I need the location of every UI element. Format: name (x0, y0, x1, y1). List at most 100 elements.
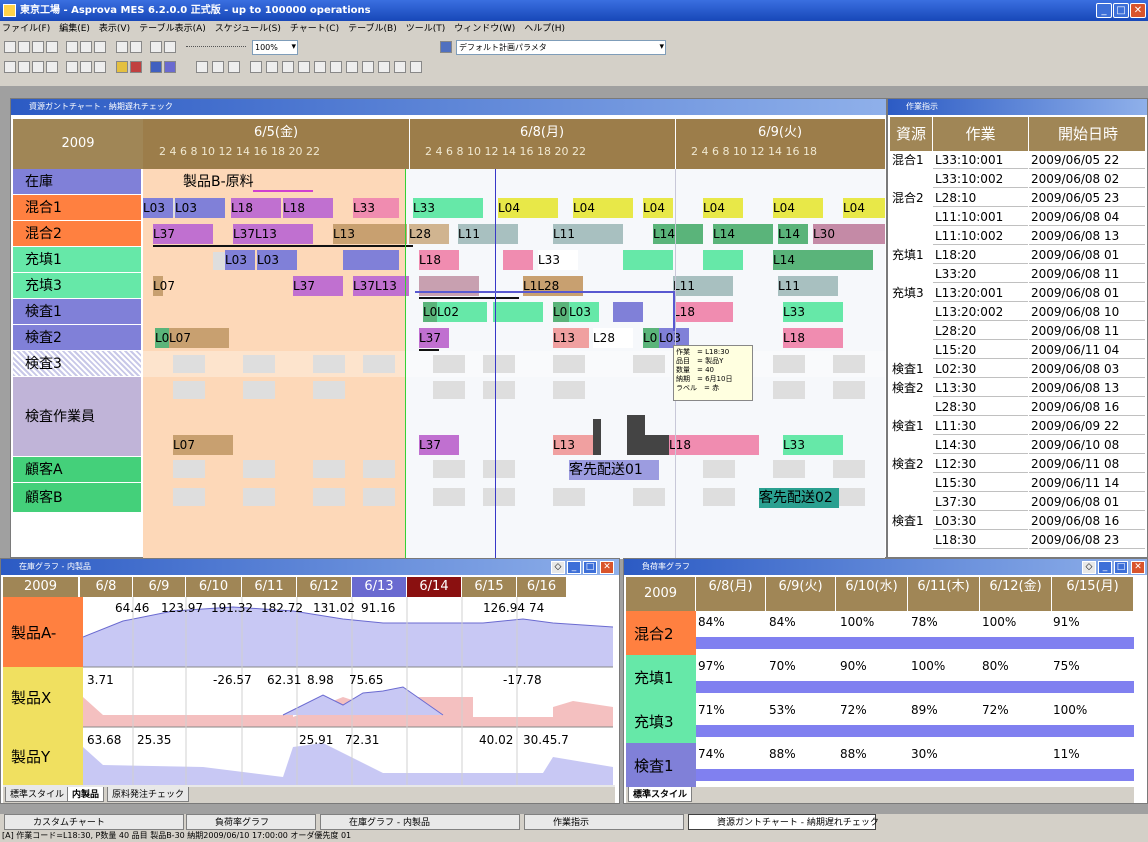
gantt-bar[interactable]: L03 (225, 250, 255, 270)
task-inventory-graph[interactable]: 在庫グラフ - 内製品 (320, 814, 520, 830)
resource-cell[interactable]: 混合1 (890, 151, 932, 169)
task-work-order[interactable]: 作業指示 (524, 814, 684, 830)
maximize-button[interactable]: □ (1113, 3, 1129, 18)
new-icon[interactable] (4, 41, 16, 53)
start-time-cell[interactable]: 2009/06/08 11 (1029, 265, 1145, 283)
chart-icon[interactable] (116, 61, 128, 73)
zoom-combo[interactable]: 100% (252, 40, 298, 55)
maximize-button[interactable]: □ (1114, 561, 1128, 574)
gantt-bar[interactable]: L37 (419, 435, 459, 455)
operation-cell[interactable]: L14:30 (933, 436, 1028, 454)
gantt-bar[interactable]: L0 (423, 302, 437, 322)
task-gantt[interactable]: 資源ガントチャート - 納期遅れチェック (688, 814, 879, 830)
tool-icon[interactable] (250, 61, 262, 73)
gantt-bar[interactable]: L18 (283, 198, 333, 218)
gantt-bar[interactable]: L13 (553, 435, 593, 455)
tool-icon[interactable] (212, 61, 224, 73)
operation-cell[interactable]: L33:20 (933, 265, 1028, 283)
operation-cell[interactable]: L15:20 (933, 341, 1028, 359)
tool-icon[interactable] (378, 61, 390, 73)
resource-cell[interactable] (890, 436, 932, 454)
start-time-cell[interactable]: 2009/06/08 16 (1029, 398, 1145, 416)
print-icon[interactable] (46, 41, 58, 53)
cut-icon[interactable] (66, 41, 78, 53)
minimize-button[interactable]: _ (567, 561, 581, 574)
operation-cell[interactable]: L02:30 (933, 360, 1028, 378)
operation-cell[interactable]: L37:30 (933, 493, 1028, 511)
resource-cell[interactable]: 混合2 (890, 189, 932, 207)
operation-cell[interactable]: L33:10:001 (933, 151, 1028, 169)
tool-icon[interactable] (394, 61, 406, 73)
start-time-cell[interactable]: 2009/06/11 08 (1029, 455, 1145, 473)
operation-cell[interactable]: L11:30 (933, 417, 1028, 435)
task-custom-chart[interactable]: カスタムチャート (4, 814, 184, 830)
gantt-bar[interactable]: L37L13 (233, 224, 313, 244)
start-time-cell[interactable]: 2009/06/08 03 (1029, 360, 1145, 378)
gantt-bar[interactable]: L37L13 (353, 276, 409, 296)
layout-icon[interactable] (66, 61, 78, 73)
resource-cell[interactable] (890, 474, 932, 492)
resource-cell[interactable]: 検査1 (890, 417, 932, 435)
resource-cell[interactable]: 充填1 (890, 246, 932, 264)
operation-cell[interactable]: L18:30 (933, 531, 1028, 549)
gantt-bar[interactable]: L28 (593, 328, 633, 348)
open-icon[interactable] (18, 41, 30, 53)
resource-cell[interactable]: 検査1 (890, 360, 932, 378)
operation-cell[interactable]: L18:20 (933, 246, 1028, 264)
resource-cell[interactable] (890, 398, 932, 416)
gantt-bar[interactable]: L07 (153, 276, 175, 296)
start-time-cell[interactable]: 2009/06/08 04 (1029, 208, 1145, 226)
operation-cell[interactable]: L28:20 (933, 322, 1028, 340)
resource-cell[interactable] (890, 303, 932, 321)
gantt-bar[interactable]: L13 (333, 224, 407, 244)
tab-material-order[interactable]: 原料発注チェック (107, 787, 190, 802)
resource-cell[interactable] (890, 208, 932, 226)
start-time-cell[interactable]: 2009/06/05 23 (1029, 189, 1145, 207)
zoom-slider[interactable] (186, 46, 246, 49)
gantt-bar[interactable]: L37 (153, 224, 213, 244)
gantt-bar[interactable]: L03 (569, 302, 599, 322)
minimize-button[interactable]: _ (1098, 561, 1112, 574)
tool-icon[interactable] (314, 61, 326, 73)
operation-cell[interactable]: L28:10 (933, 189, 1028, 207)
task-load-graph[interactable]: 負荷率グラフ (186, 814, 316, 830)
layout-icon[interactable] (46, 61, 58, 73)
chart-icon[interactable] (150, 61, 162, 73)
maximize-button[interactable]: □ (583, 561, 597, 574)
menu-table-view[interactable]: テーブル表示(A) (139, 24, 206, 34)
gantt-bar[interactable]: L04 (498, 198, 558, 218)
start-time-cell[interactable]: 2009/06/09 22 (1029, 417, 1145, 435)
tool-icon[interactable] (266, 61, 278, 73)
col-header[interactable]: 資源 (890, 117, 932, 151)
menu-help[interactable]: ヘルプ(H) (524, 24, 565, 34)
menu-view[interactable]: 表示(V) (99, 24, 130, 34)
resource-cell[interactable]: 検査2 (890, 455, 932, 473)
delivery-bar[interactable]: 客先配送02 (759, 488, 839, 508)
gantt-bar[interactable]: L14 (713, 224, 773, 244)
gantt-bar[interactable]: L04 (703, 198, 743, 218)
resource-cell[interactable]: 検査2 (890, 379, 932, 397)
operation-cell[interactable]: L28:30 (933, 398, 1028, 416)
arrow-left-icon[interactable] (150, 41, 162, 53)
operation-cell[interactable]: L13:30 (933, 379, 1028, 397)
gantt-bar[interactable]: L18 (783, 328, 843, 348)
col-header[interactable]: 開始日時 (1029, 117, 1145, 151)
menu-chart[interactable]: チャート(C) (290, 24, 339, 34)
close-button[interactable]: ✕ (1130, 3, 1146, 18)
tool-icon[interactable] (298, 61, 310, 73)
gantt-bar[interactable]: L04 (573, 198, 633, 218)
gantt-bar[interactable]: L37 (293, 276, 343, 296)
gantt-bar[interactable]: L33 (353, 198, 399, 218)
tool-icon[interactable] (362, 61, 374, 73)
arrow-right-icon[interactable] (164, 41, 176, 53)
col-header[interactable]: 作業 (933, 117, 1028, 151)
gantt-bar[interactable]: L07 (169, 328, 229, 348)
start-time-cell[interactable]: 2009/06/08 02 (1029, 170, 1145, 188)
start-time-cell[interactable]: 2009/06/08 10 (1029, 303, 1145, 321)
gantt-bar[interactable]: L18 (669, 435, 759, 455)
gantt-bar[interactable]: L03 (257, 250, 297, 270)
gantt-bar[interactable]: L04 (843, 198, 885, 218)
save-icon[interactable] (32, 41, 44, 53)
layout-icon[interactable] (4, 61, 16, 73)
start-time-cell[interactable]: 2009/06/08 16 (1029, 512, 1145, 530)
